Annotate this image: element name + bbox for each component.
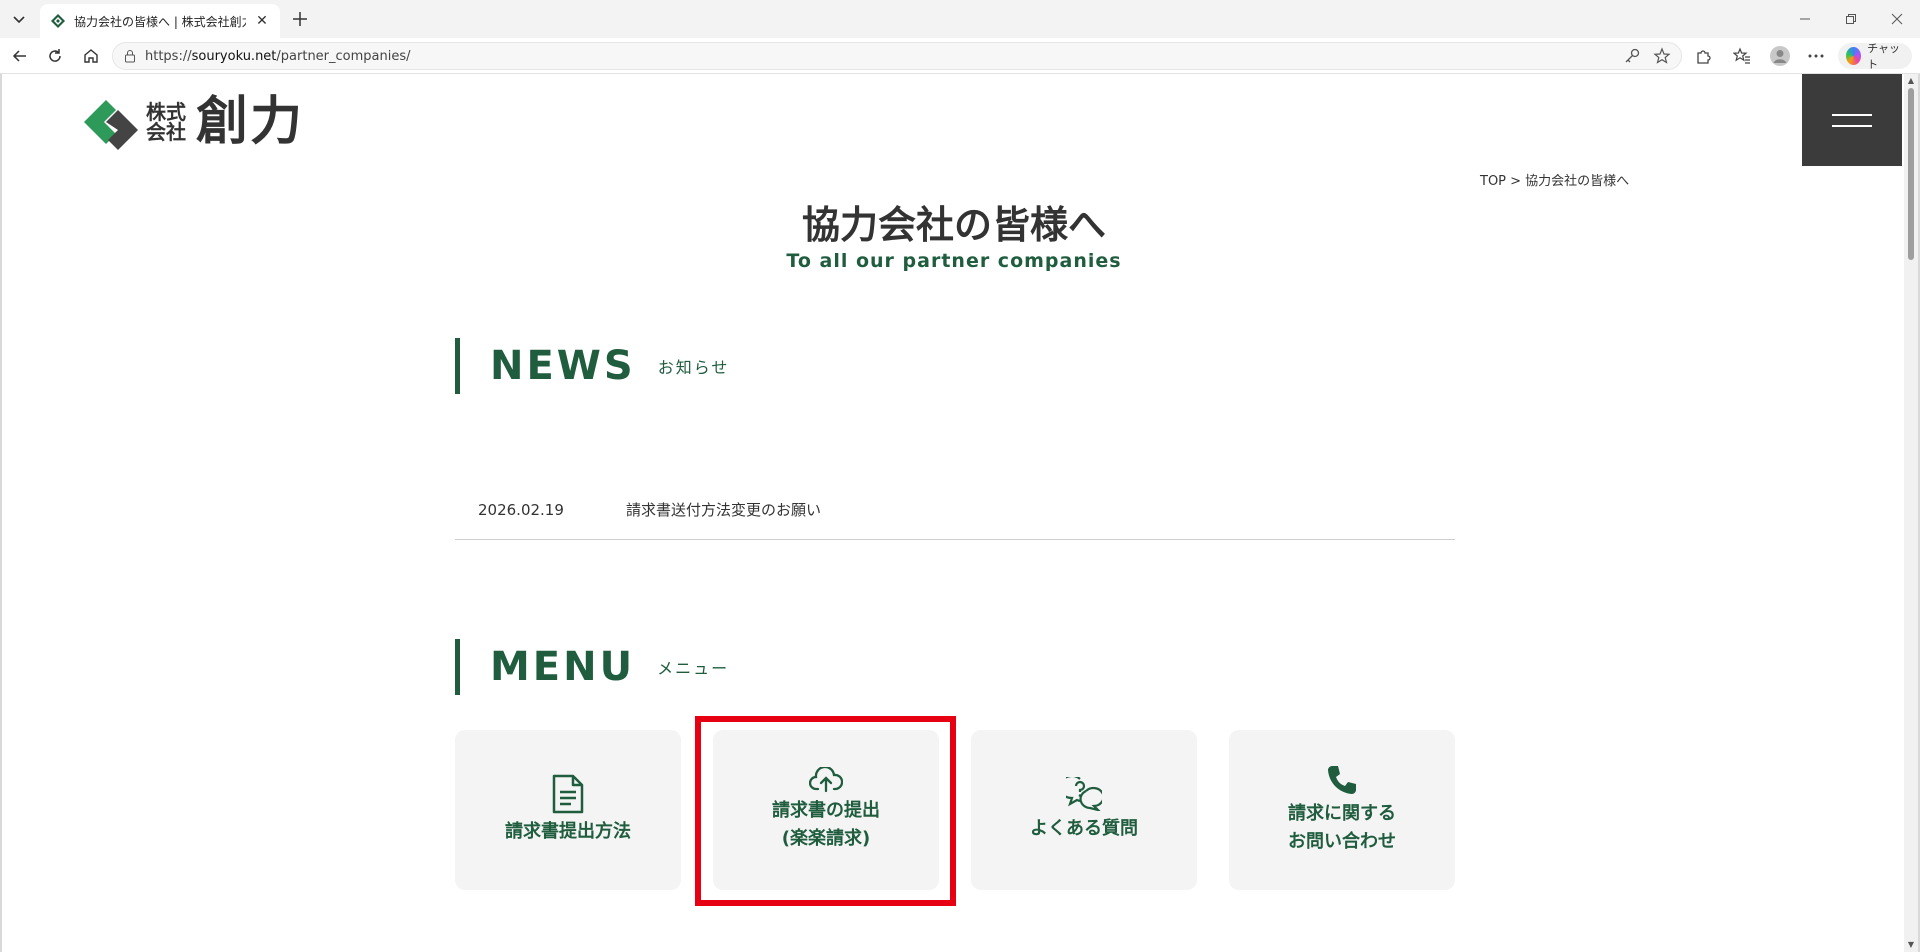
- copilot-chat-button[interactable]: チャット: [1838, 42, 1912, 71]
- reload-button[interactable]: [41, 42, 69, 70]
- hamburger-line: [1832, 124, 1872, 127]
- window-controls: [1782, 0, 1920, 38]
- hamburger-menu-button[interactable]: [1802, 74, 1902, 166]
- menu-card-label: 請求書の提出 (楽楽請求): [772, 800, 880, 849]
- question-bubble-icon: [1066, 777, 1102, 811]
- tab-list-button[interactable]: [6, 6, 32, 32]
- puzzle-icon: [1697, 50, 1711, 64]
- chat-label: チャット: [1867, 42, 1901, 71]
- news-date: 2026.02.19: [478, 500, 564, 519]
- menu-heading-en: MENU: [490, 644, 636, 690]
- logo-company-name: 創力: [196, 92, 305, 152]
- menu-card-label: 請求に関する お問い合わせ: [1288, 803, 1396, 852]
- menu-grid: 請求書提出方法 請求書の提出 (楽楽請求) よくある質問 請求に関する お問い合…: [455, 730, 1455, 890]
- tab-title: 協力会社の皆様へ | 株式会社創力: [74, 14, 246, 29]
- menu-card-faq[interactable]: よくある質問: [971, 730, 1197, 890]
- news-heading-ja: お知らせ: [657, 358, 730, 377]
- favorites-button[interactable]: [1728, 42, 1756, 70]
- url-text: https://souryoku.net/partner_companies/: [145, 49, 1611, 64]
- menu-card-invoice-method[interactable]: 請求書提出方法: [455, 730, 681, 890]
- page-title: 協力会社の皆様へ: [801, 203, 1106, 247]
- copilot-icon: [1846, 47, 1862, 65]
- lock-icon: [125, 50, 135, 63]
- restore-icon: [1846, 14, 1856, 24]
- home-icon: [84, 49, 98, 63]
- tab-close-icon[interactable]: ✕: [254, 13, 270, 29]
- restore-button[interactable]: [1828, 0, 1874, 38]
- page-subtitle: To all our partner companies: [786, 250, 1122, 272]
- page-viewport: 株式 会社 創力 TOP > 協力会社の皆様へ 協力会社の皆様へ To all …: [0, 74, 1920, 952]
- url-prefix: https://: [145, 48, 192, 64]
- menu-card-label: よくある質問: [1030, 818, 1138, 839]
- news-item[interactable]: 2026.02.19 請求書送付方法変更のお願い: [455, 480, 1455, 540]
- more-menu-button[interactable]: [1802, 42, 1830, 70]
- menu-card-label: 請求書提出方法: [505, 821, 631, 842]
- logo-mark-icon: [84, 100, 138, 150]
- scroll-thumb[interactable]: [1908, 88, 1914, 260]
- avatar-icon: [1770, 46, 1790, 66]
- page-scrollbar[interactable]: ▲ ▼: [1904, 74, 1918, 952]
- news-heading-en: NEWS: [490, 343, 636, 389]
- scroll-up-icon[interactable]: ▲: [1907, 77, 1915, 85]
- phone-icon: [1328, 766, 1356, 794]
- url-path: /partner_companies/: [276, 48, 411, 64]
- menu-heading-ja: メニュー: [657, 659, 730, 678]
- more-dots-icon: [1808, 54, 1824, 58]
- site-logo[interactable]: 株式 会社 創力: [82, 94, 304, 150]
- close-icon: [1891, 13, 1903, 25]
- browser-toolbar: https://souryoku.net/partner_companies/ …: [0, 38, 1920, 74]
- news-title-link[interactable]: 請求書送付方法変更のお願い: [626, 499, 821, 520]
- plus-icon: [293, 12, 307, 26]
- active-tab[interactable]: 協力会社の皆様へ | 株式会社創力 ✕: [40, 4, 280, 38]
- close-window-button[interactable]: [1874, 0, 1920, 38]
- extensions-button[interactable]: [1690, 42, 1718, 70]
- profile-button[interactable]: [1766, 42, 1794, 70]
- hamburger-line: [1832, 113, 1872, 116]
- logo-kabushiki-text: 株式 会社: [146, 100, 186, 144]
- document-icon: [552, 774, 584, 814]
- favorites-star-icon: [1733, 47, 1750, 64]
- arrow-left-icon: [12, 50, 26, 62]
- tab-bar: 協力会社の皆様へ | 株式会社創力 ✕: [0, 0, 1920, 38]
- menu-card-contact[interactable]: 請求に関する お問い合わせ: [1229, 730, 1455, 890]
- chevron-down-icon: [13, 16, 25, 24]
- menu-card-invoice-submit[interactable]: 請求書の提出 (楽楽請求): [713, 730, 939, 890]
- home-button[interactable]: [77, 42, 105, 70]
- menu-heading: MENU メニュー: [455, 639, 729, 695]
- cloud-upload-icon: [809, 767, 843, 793]
- address-bar[interactable]: https://souryoku.net/partner_companies/: [112, 42, 1682, 70]
- news-heading: NEWS お知らせ: [455, 338, 729, 394]
- key-icon[interactable]: [1623, 47, 1641, 65]
- breadcrumb[interactable]: TOP > 協力会社の皆様へ: [1480, 170, 1629, 189]
- back-button[interactable]: [6, 42, 34, 70]
- new-tab-button[interactable]: [286, 6, 314, 32]
- site-favicon-icon: [51, 14, 65, 28]
- url-domain: souryoku.net: [191, 48, 277, 64]
- minimize-button[interactable]: [1782, 0, 1828, 38]
- star-icon[interactable]: [1653, 47, 1671, 65]
- minimize-icon: [1800, 18, 1810, 20]
- reload-icon: [49, 49, 61, 62]
- scroll-down-icon[interactable]: ▼: [1907, 941, 1915, 949]
